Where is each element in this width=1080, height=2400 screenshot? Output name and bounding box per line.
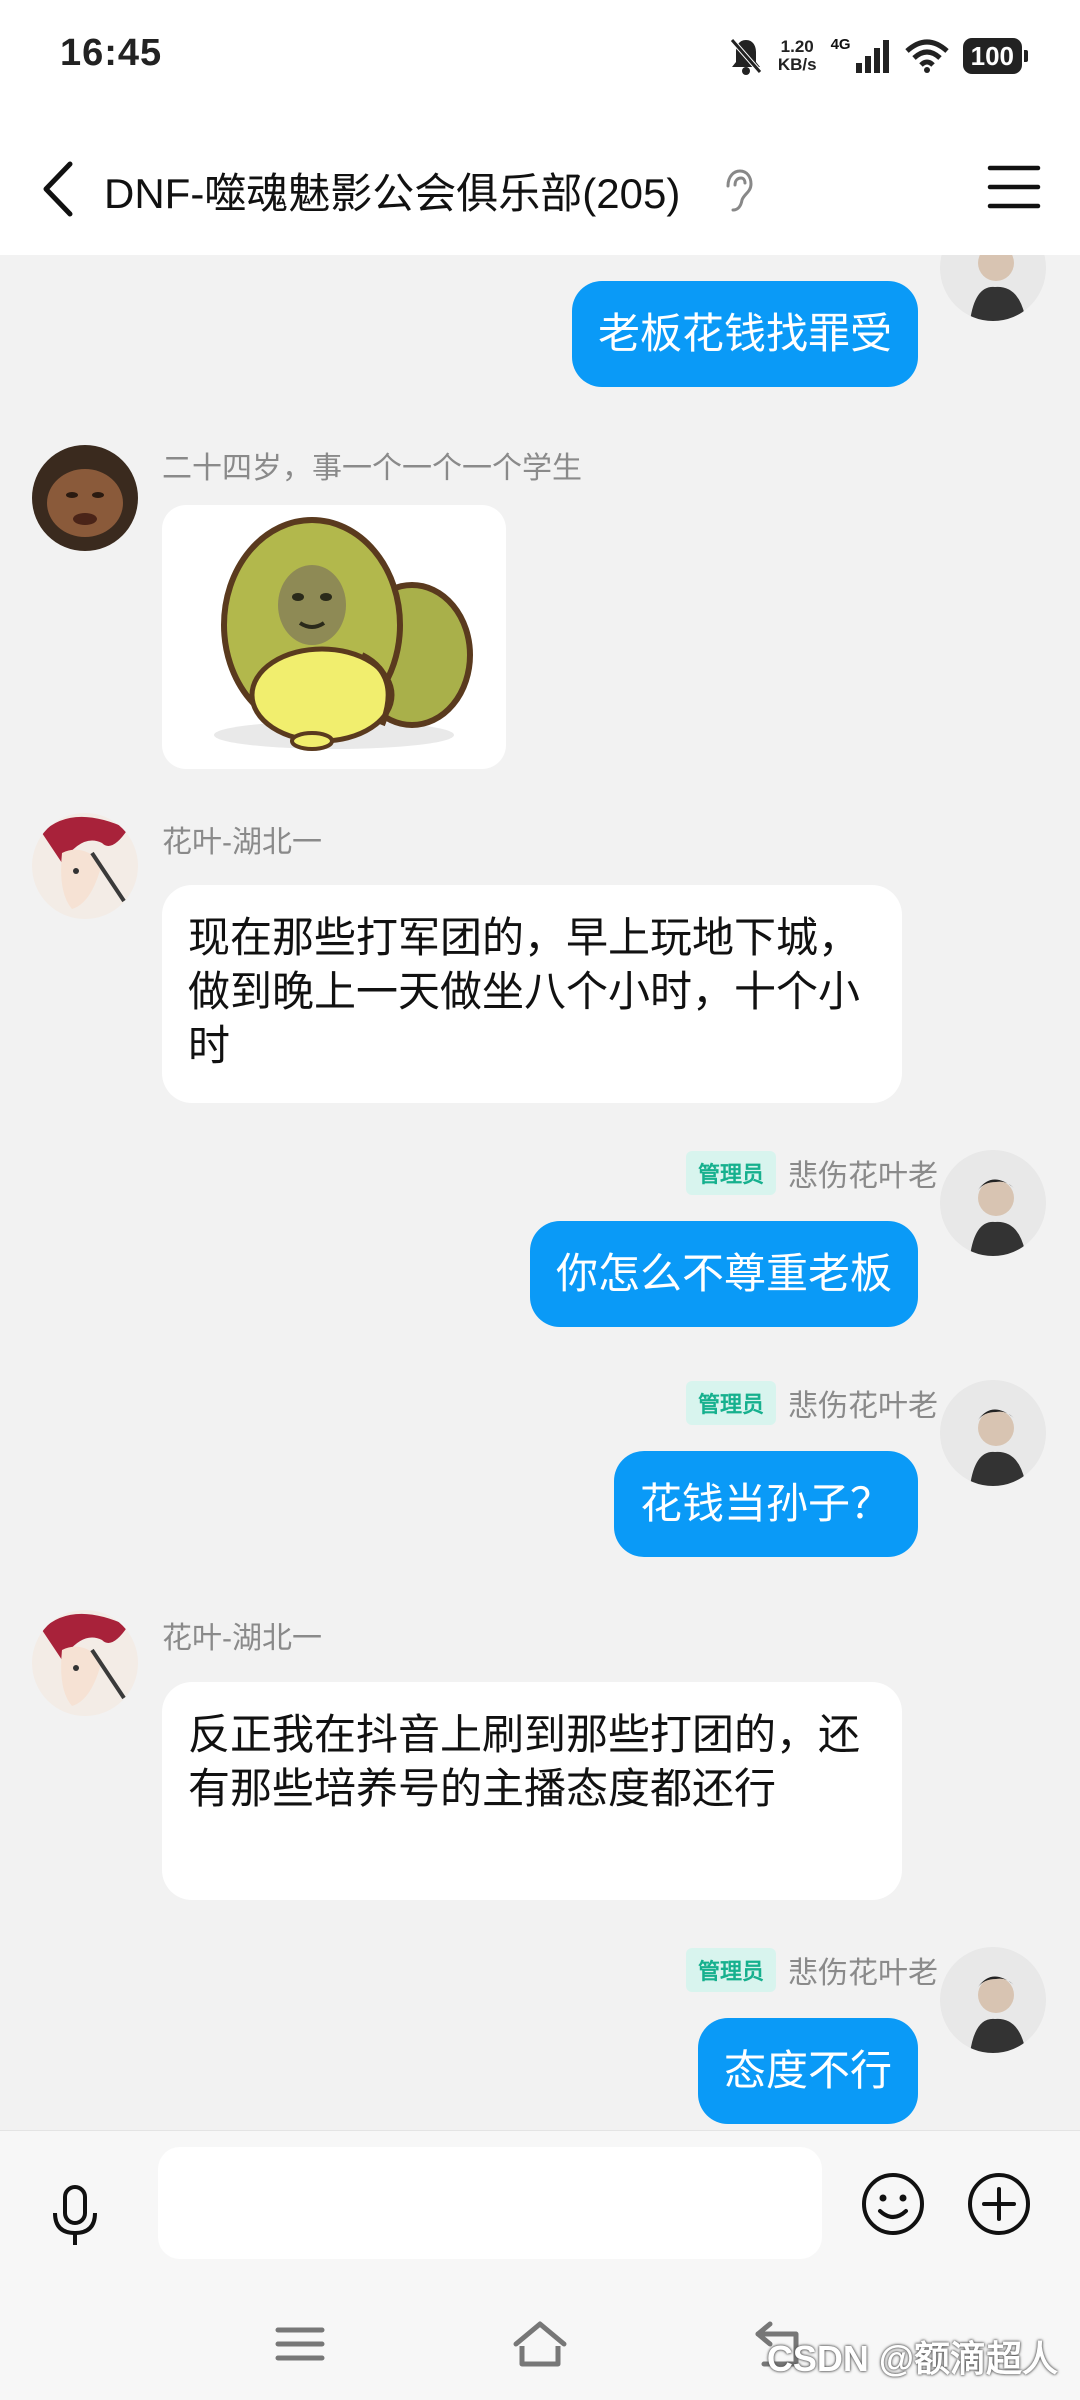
- plus-icon: [968, 2173, 1030, 2235]
- system-nav-bar: CSDN @额滴超人: [0, 2290, 1080, 2400]
- input-bar: [0, 2130, 1080, 2291]
- sender-row: 管理员 悲伤花叶老: [685, 1381, 938, 1425]
- battery-icon: 100: [962, 38, 1029, 74]
- menu-button[interactable]: [986, 162, 1042, 212]
- chat-header: DNF-噬魂魅影公会俱乐部(205): [0, 120, 1080, 255]
- signal-icon: [855, 40, 889, 73]
- sticker-message[interactable]: [162, 505, 506, 769]
- avatar-image: [940, 1150, 1046, 1256]
- message-bubble-outgoing[interactable]: 花钱当孙子？: [613, 1451, 918, 1557]
- sender-name: 花叶-湖北一: [162, 826, 322, 859]
- emoji-button[interactable]: [860, 2171, 926, 2237]
- avatar-image: [940, 255, 1046, 321]
- ear-icon: [726, 169, 753, 212]
- avatar-member[interactable]: [32, 813, 138, 919]
- green-duck-sticker: [214, 517, 473, 751]
- microphone-icon: [53, 2185, 97, 2245]
- net-speed-value: 1.20: [780, 37, 814, 56]
- emoji-icon: [862, 2173, 924, 2235]
- sender-name: 花叶-湖北一: [162, 1622, 322, 1655]
- menu-icon: [987, 165, 1041, 209]
- message-input[interactable]: [158, 2147, 822, 2259]
- status-time: 16:45: [60, 32, 163, 74]
- back-button[interactable]: [32, 154, 92, 224]
- wifi-icon: [904, 39, 949, 73]
- message-bubble-outgoing[interactable]: 你怎么不尊重老板: [529, 1221, 918, 1327]
- more-button[interactable]: [966, 2171, 1032, 2237]
- message-bubble-incoming[interactable]: 现在那些打军团的，早上玩地下城，做到晚上一天做坐八个小时，十个小时: [162, 885, 902, 1103]
- signal-label: 4G: [830, 35, 851, 53]
- avatar-self[interactable]: [940, 1150, 1046, 1256]
- status-icons: 1.20 KB/s 4G 100: [728, 34, 1029, 78]
- avatar-image: [32, 1610, 138, 1716]
- net-speed-unit: KB/s: [777, 55, 817, 74]
- home-button[interactable]: [510, 2314, 570, 2374]
- chat-area[interactable]: 老板花钱找罪受 二十四岁，事一个一个一个学生 花叶-湖北一 现在那些打军团的，早…: [0, 255, 1080, 2130]
- home-icon: [513, 2321, 567, 2367]
- avatar-member[interactable]: [32, 445, 138, 551]
- sender-row: 管理员 悲伤花叶老: [685, 1151, 938, 1195]
- message-bubble-outgoing[interactable]: 老板花钱找罪受: [571, 281, 918, 387]
- avatar-image: [940, 1380, 1046, 1486]
- recents-icon: [275, 2327, 325, 2361]
- avatar-image: [940, 1947, 1046, 2053]
- message-bubble-outgoing[interactable]: 态度不行: [697, 2018, 918, 2124]
- group-title[interactable]: DNF-噬魂魅影公会俱乐部(205): [104, 160, 680, 221]
- sender-name: 悲伤花叶老: [788, 1390, 938, 1423]
- avatar-self[interactable]: [940, 1380, 1046, 1486]
- watermark: CSDN @额滴超人: [766, 2338, 1058, 2379]
- avatar-self[interactable]: [940, 255, 1046, 321]
- avatar-image: [32, 445, 138, 551]
- sender-name: 悲伤花叶老: [788, 1160, 938, 1193]
- status-bar: 16:45 1.20 KB/s 4G 100: [0, 0, 1080, 120]
- admin-badge: 管理员: [685, 1948, 776, 1992]
- ear-mode-button[interactable]: [722, 168, 754, 214]
- back-arrow-icon: [43, 161, 73, 217]
- net-speed: 1.20 KB/s: [778, 38, 817, 74]
- avatar-member[interactable]: [32, 1610, 138, 1716]
- voice-button[interactable]: [40, 2181, 110, 2251]
- admin-badge: 管理员: [685, 1151, 776, 1195]
- sender-name: 悲伤花叶老: [788, 1957, 938, 1990]
- bell-muted-icon: [729, 38, 762, 75]
- avatar-image: [32, 813, 138, 919]
- recents-button[interactable]: [270, 2314, 330, 2374]
- sender-name: 二十四岁，事一个一个一个学生: [162, 452, 582, 485]
- avatar-self[interactable]: [940, 1947, 1046, 2053]
- message-bubble-incoming[interactable]: 反正我在抖音上刷到那些打团的，还有那些培养号的主播态度都还行: [162, 1682, 902, 1900]
- admin-badge: 管理员: [685, 1381, 776, 1425]
- sender-row: 管理员 悲伤花叶老: [685, 1948, 938, 1992]
